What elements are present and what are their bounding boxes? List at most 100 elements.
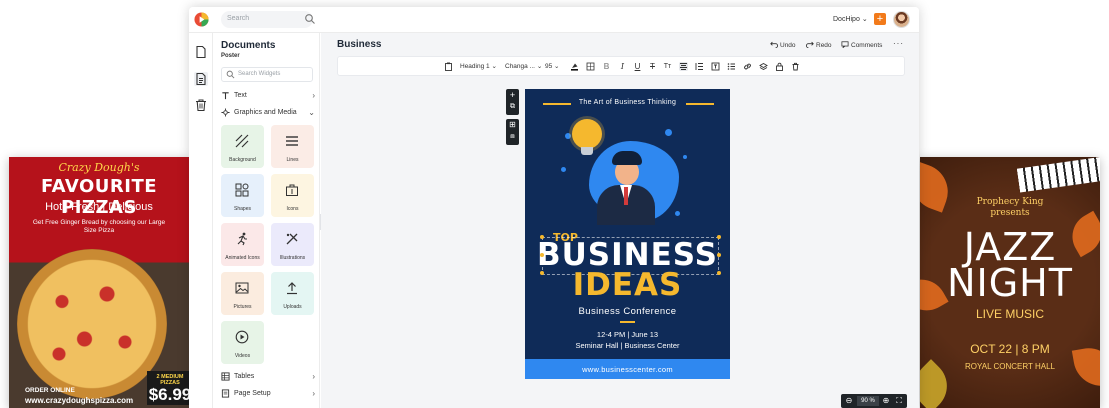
resize-handle[interactable] bbox=[717, 253, 721, 257]
poster-time[interactable]: 12-4 PM | June 13 bbox=[525, 330, 730, 339]
section-page-setup[interactable]: Page Setup › bbox=[221, 388, 315, 400]
comments-button[interactable]: Comments bbox=[841, 41, 882, 49]
poster-footer[interactable]: www.businesscenter.com bbox=[525, 359, 730, 379]
resize-handle[interactable] bbox=[540, 235, 544, 239]
poster-tagline[interactable]: The Art of Business Thinking bbox=[525, 99, 730, 106]
poster-venue[interactable]: Seminar Hall | Business Center bbox=[525, 341, 730, 350]
list-icon[interactable] bbox=[727, 62, 736, 71]
section-graphics-and-media[interactable]: Graphics and Media ⌄ bbox=[221, 107, 315, 119]
section-label: Graphics and Media bbox=[234, 109, 297, 116]
avatar[interactable] bbox=[893, 11, 910, 28]
tile-label: Videos bbox=[234, 353, 251, 359]
link-icon[interactable] bbox=[743, 62, 752, 71]
tile-shapes[interactable]: Shapes bbox=[221, 174, 264, 217]
poster-conference[interactable]: Business Conference bbox=[525, 306, 730, 317]
tile-label: Icons bbox=[286, 206, 299, 212]
undo-button[interactable]: Undo bbox=[770, 41, 796, 49]
add-page-icon[interactable]: + bbox=[506, 89, 519, 101]
resize-icon[interactable]: ⧈ bbox=[506, 131, 519, 143]
tile-label: Pictures bbox=[233, 304, 252, 310]
pizza-offer: Get Free Ginger Bread by choosing our La… bbox=[32, 219, 166, 234]
widget-search-input[interactable]: Search Widgets bbox=[238, 71, 280, 77]
poster-canvas[interactable]: The Art of Business Thinking TOP BUSINES… bbox=[525, 89, 730, 379]
chevron-down-icon: ⌄ bbox=[308, 108, 315, 117]
pizza-price-badge: 2 MEDIUM PIZZAS $6.99 bbox=[147, 371, 189, 405]
tile-background[interactable]: Background bbox=[221, 125, 264, 168]
document-title[interactable]: Business bbox=[337, 39, 381, 50]
pizza-website: www.crazydoughspizza.com bbox=[25, 396, 134, 405]
align-center-icon[interactable] bbox=[679, 62, 688, 71]
text-formatting-toolbar: Heading 1 ⌄ Changa ... ⌄ 95 ⌄ B I U T Tт bbox=[337, 56, 905, 76]
global-search[interactable]: Search bbox=[221, 11, 316, 28]
text-icon bbox=[222, 92, 229, 100]
text-document-icon[interactable] bbox=[194, 72, 208, 86]
pizza-order-label: ORDER ONLINE bbox=[25, 387, 75, 394]
more-options-button[interactable]: ··· bbox=[893, 39, 904, 48]
strikethrough-button[interactable]: T bbox=[648, 62, 657, 71]
heading-style-select[interactable]: Heading 1 ⌄ bbox=[460, 62, 497, 71]
background-icon bbox=[235, 134, 249, 148]
tile-animated-icons[interactable]: Animated Icons bbox=[221, 223, 264, 266]
text-box-icon[interactable] bbox=[711, 62, 720, 71]
trash-icon[interactable] bbox=[194, 98, 208, 112]
icons-icon bbox=[286, 184, 298, 196]
highlight-icon[interactable] bbox=[586, 62, 595, 71]
panel-title: Documents bbox=[221, 40, 276, 51]
tile-illustrations[interactable]: Illustrations bbox=[271, 223, 314, 266]
account-menu[interactable]: DocHipo ⌄ bbox=[833, 15, 868, 23]
font-family-select[interactable]: Changa ... ⌄ bbox=[505, 62, 542, 71]
widget-search[interactable]: Search Widgets bbox=[221, 67, 313, 82]
layers-icon[interactable] bbox=[759, 62, 768, 71]
font-size-select[interactable]: 95 ⌄ bbox=[545, 62, 560, 71]
page-setup-icon bbox=[221, 389, 230, 398]
zoom-in-icon[interactable]: ⊕ bbox=[881, 396, 891, 406]
document-icon[interactable] bbox=[194, 45, 208, 59]
fullscreen-icon[interactable]: ⛶ bbox=[894, 396, 904, 406]
trash-icon[interactable] bbox=[791, 62, 800, 71]
tile-icons[interactable]: Icons bbox=[271, 174, 314, 217]
poster-headline-ideas[interactable]: IDEAS bbox=[525, 267, 730, 303]
account-label[interactable]: DocHipo bbox=[833, 16, 860, 23]
decor-dot bbox=[665, 129, 672, 136]
app-logo-icon[interactable] bbox=[194, 12, 209, 27]
image-icon bbox=[235, 282, 249, 294]
panel-subtitle: Poster bbox=[221, 53, 240, 59]
resize-handle[interactable] bbox=[717, 235, 721, 239]
text-case-button[interactable]: Tт bbox=[663, 62, 672, 71]
italic-button[interactable]: I bbox=[618, 62, 627, 71]
tile-videos[interactable]: Videos bbox=[221, 321, 264, 364]
zoom-out-icon[interactable]: ⊖ bbox=[844, 396, 854, 406]
line-spacing-icon[interactable] bbox=[695, 62, 704, 71]
redo-button[interactable]: Redo bbox=[805, 41, 832, 49]
tile-lines[interactable]: Lines bbox=[271, 125, 314, 168]
tile-pictures[interactable]: Pictures bbox=[221, 272, 264, 315]
redo-icon bbox=[805, 41, 814, 49]
decor-dot bbox=[565, 133, 571, 139]
search-icon[interactable] bbox=[304, 13, 316, 25]
lock-icon[interactable] bbox=[775, 62, 784, 71]
grid-icon[interactable]: ⊞ bbox=[506, 119, 519, 131]
poster-website[interactable]: www.businesscenter.com bbox=[525, 365, 730, 374]
tile-uploads[interactable]: Uploads bbox=[271, 272, 314, 315]
resize-handle[interactable] bbox=[540, 253, 544, 257]
global-search-input[interactable]: Search bbox=[227, 15, 249, 22]
search-icon bbox=[226, 70, 235, 79]
icon-rail bbox=[189, 33, 213, 408]
zoom-level[interactable]: 90 % bbox=[857, 396, 879, 406]
jazz-venue: ROYAL CONCERT HALL bbox=[965, 362, 1055, 371]
chevron-down-icon: ⌄ bbox=[536, 63, 543, 70]
font-size-value: 95 bbox=[545, 63, 553, 70]
section-text[interactable]: Text › bbox=[221, 90, 315, 102]
section-tables[interactable]: Tables › bbox=[221, 371, 315, 383]
create-new-button[interactable]: + bbox=[874, 13, 886, 25]
piano-keys-image bbox=[1016, 157, 1100, 193]
clipboard-icon[interactable] bbox=[444, 62, 453, 71]
jazz-date: OCT 22 | 8 PM bbox=[970, 342, 1050, 356]
undo-icon bbox=[770, 41, 779, 49]
underline-button[interactable]: U bbox=[633, 62, 642, 71]
text-color-icon[interactable] bbox=[570, 62, 579, 71]
bold-button[interactable]: B bbox=[602, 62, 611, 71]
duplicate-page-icon[interactable]: ⧉ bbox=[506, 101, 519, 113]
undo-label: Undo bbox=[780, 42, 796, 49]
pizza-image bbox=[17, 249, 167, 399]
